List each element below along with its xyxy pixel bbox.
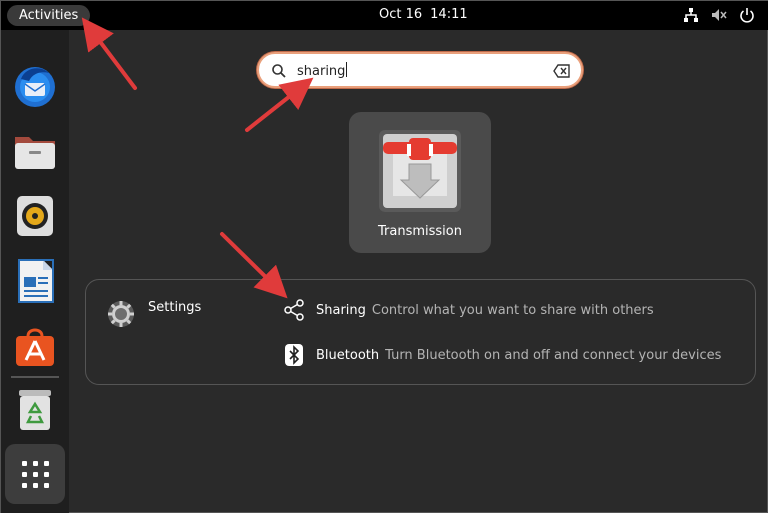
trash-icon[interactable] [11,386,59,434]
settings-provider-label[interactable]: Settings [148,300,201,315]
result-row-bluetooth[interactable]: Bluetooth Turn Bluetooth on and off and … [282,343,721,367]
clock-date: Oct 16 [379,7,423,22]
share-icon [282,298,306,322]
app-result-label: Transmission [378,224,462,239]
thunderbird-icon[interactable] [11,61,59,109]
text-caret [346,62,348,77]
clear-icon[interactable] [553,64,571,78]
search-icon [272,64,286,78]
clock-time: 14:11 [430,7,468,22]
clock[interactable]: Oct 16 14:11 [379,7,476,22]
app-result-transmission[interactable]: Transmission [349,112,491,253]
result-title: Sharing [316,302,366,318]
transmission-icon [379,130,461,212]
search-text: sharing [297,62,348,79]
volume-muted-icon [712,9,727,21]
rhythmbox-icon[interactable] [11,192,59,240]
result-row-sharing[interactable]: Sharing Control what you want to share w… [282,298,654,322]
result-description: Control what you want to share with othe… [371,302,654,318]
writer-icon[interactable] [11,257,59,305]
result-title: Bluetooth [316,347,380,363]
arrow-to-search [245,77,314,132]
result-description: Turn Bluetooth on and off and connect yo… [385,347,722,363]
desktop-screen: Activities Oct 16 14:11 sharing Transmis… [0,0,768,513]
activities-button[interactable]: Activities [7,5,91,26]
system-tray[interactable] [683,7,755,23]
app-grid-icon [22,461,49,488]
network-icon [684,8,698,22]
files-icon[interactable] [11,127,59,175]
bluetooth-icon [282,343,306,367]
power-icon [740,8,754,23]
arrow-to-activities [81,17,137,90]
settings-results-panel: Settings Sharing Control what you want t… [85,279,756,385]
dock [1,30,69,513]
settings-gear-icon[interactable] [106,299,136,329]
search-input[interactable]: sharing [257,52,583,88]
show-apps-button[interactable] [5,444,65,504]
top-bar: Activities Oct 16 14:11 [1,1,768,30]
dock-separator [11,376,59,378]
software-icon[interactable] [11,322,59,370]
